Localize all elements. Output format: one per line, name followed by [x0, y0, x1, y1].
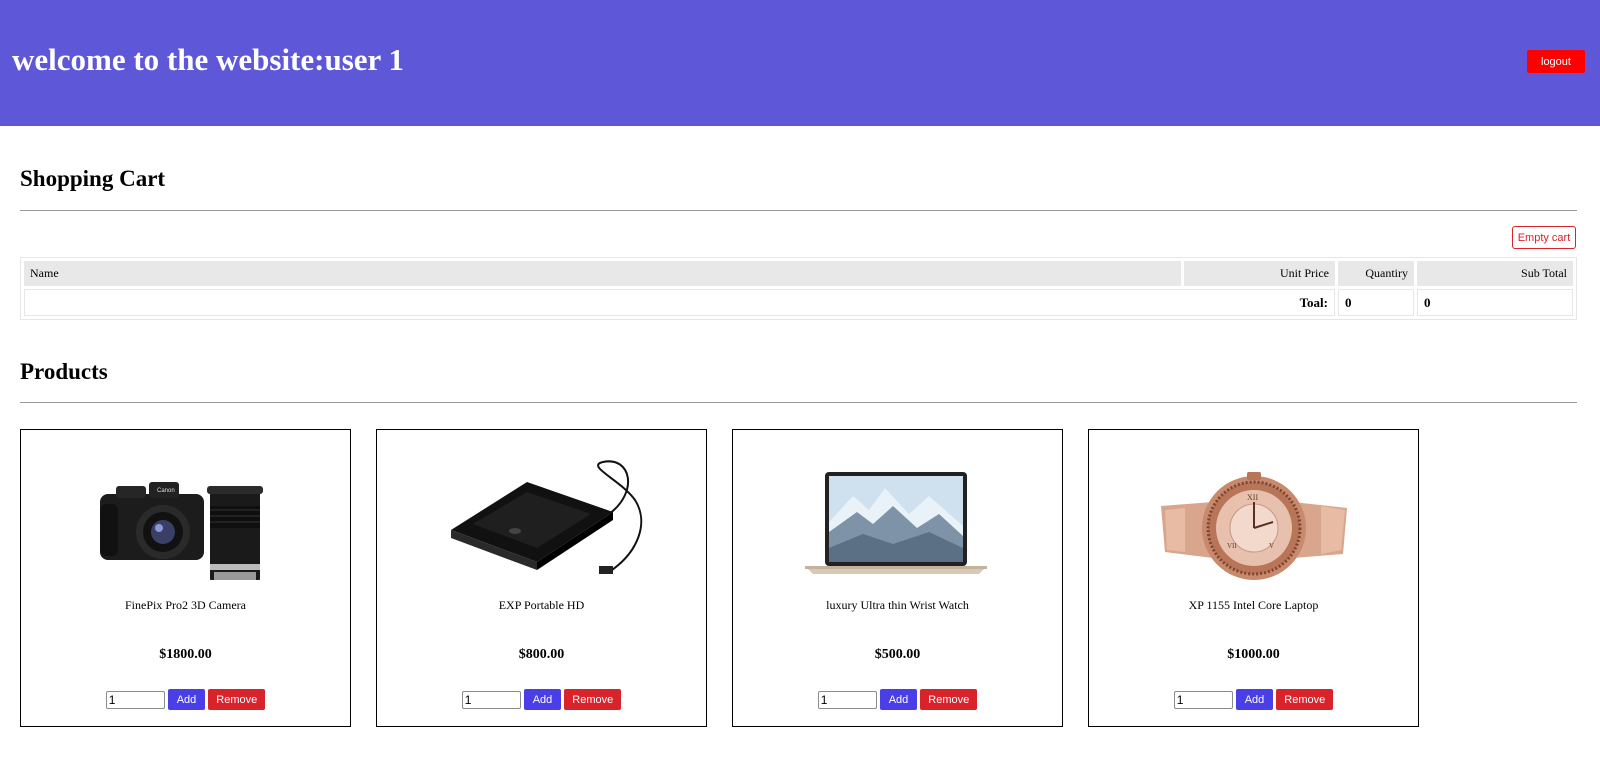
column-unit-price: Unit Price: [1184, 261, 1335, 286]
remove-button[interactable]: Remove: [208, 689, 266, 710]
cart-table: Name Unit Price Quantiry Sub Total Toal:…: [20, 257, 1577, 320]
product-name: luxury Ultra thin Wrist Watch: [826, 598, 969, 612]
products-divider: [20, 402, 1577, 403]
site-header: welcome to the website:user 1 logout: [0, 0, 1600, 126]
product-name: XP 1155 Intel Core Laptop: [1188, 598, 1319, 612]
quantity-input[interactable]: [1173, 690, 1233, 709]
laptop-image: [805, 472, 987, 574]
column-quantity: Quantiry: [1338, 261, 1414, 286]
add-button[interactable]: Add: [523, 689, 562, 710]
svg-text:Canon: Canon: [157, 488, 175, 494]
product-name: EXP Portable HD: [498, 598, 585, 612]
welcome-title: welcome to the website:user 1: [12, 42, 404, 77]
empty-cart-button[interactable]: Empty cart: [1512, 226, 1576, 249]
quantity-input[interactable]: [461, 690, 521, 709]
svg-text:VII: VII: [1227, 542, 1237, 550]
remove-button[interactable]: Remove: [1276, 689, 1334, 710]
wristwatch-image: XII VII V: [1161, 472, 1347, 580]
cart-divider: [20, 210, 1577, 211]
product-name: FinePix Pro2 3D Camera: [125, 598, 246, 612]
product-price: $800.00: [518, 647, 565, 662]
cart-total-row: Toal: 0 0: [24, 289, 1573, 316]
add-button[interactable]: Add: [879, 689, 918, 710]
add-button[interactable]: Add: [1235, 689, 1274, 710]
svg-text:V: V: [1269, 542, 1274, 550]
product-controls: AddRemove: [21, 689, 350, 711]
svg-text:XII: XII: [1247, 493, 1258, 502]
product-controls: AddRemove: [733, 689, 1062, 711]
product-controls: AddRemove: [377, 689, 706, 711]
camera-image: Canon: [100, 482, 263, 580]
column-subtotal: Sub Total: [1417, 261, 1573, 286]
product-card: XII VII V XP 1155 Intel Core Laptop $100…: [1088, 429, 1419, 727]
cart-title: Shopping Cart: [20, 166, 166, 191]
products-title: Products: [20, 359, 108, 384]
quantity-input[interactable]: [817, 690, 877, 709]
total-amount: 0: [1417, 289, 1573, 316]
quantity-input[interactable]: [105, 690, 165, 709]
product-controls: AddRemove: [1089, 689, 1418, 711]
remove-button[interactable]: Remove: [564, 689, 622, 710]
product-price: $500.00: [874, 647, 921, 662]
total-label: Toal:: [24, 289, 1335, 316]
add-button[interactable]: Add: [167, 689, 206, 710]
remove-button[interactable]: Remove: [920, 689, 978, 710]
product-card: Canon FinePix Pro2 3D Camera $1800.00 Ad…: [20, 429, 351, 727]
product-card: luxury Ultra thin Wrist Watch $500.00 Ad…: [732, 429, 1063, 727]
logout-button[interactable]: logout: [1527, 50, 1585, 73]
product-card: EXP Portable HD $800.00 AddRemove: [376, 429, 707, 727]
cart-header-row: Name Unit Price Quantiry Sub Total: [24, 261, 1573, 286]
product-price: $1800.00: [159, 647, 212, 662]
column-name: Name: [24, 261, 1181, 286]
total-quantity: 0: [1338, 289, 1414, 316]
product-price: $1000.00: [1227, 647, 1280, 662]
hard-drive-image: [451, 460, 643, 574]
